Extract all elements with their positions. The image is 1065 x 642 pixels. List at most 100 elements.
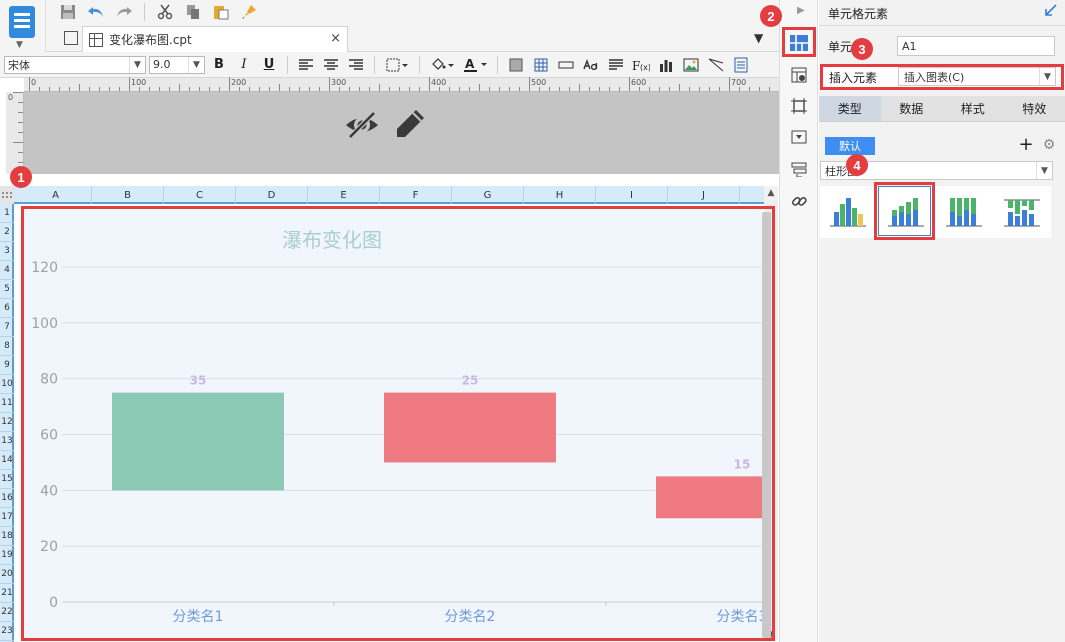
align-left-icon[interactable] <box>295 55 317 75</box>
undo-icon[interactable] <box>84 1 108 23</box>
cut-icon[interactable] <box>153 1 177 23</box>
sheet-corner[interactable] <box>0 186 14 204</box>
save-icon[interactable] <box>56 1 80 23</box>
text-ab-icon[interactable] <box>580 55 602 75</box>
row-header-10[interactable]: 10 <box>0 375 14 394</box>
insert-chart-icon[interactable] <box>655 55 677 75</box>
border-icon[interactable] <box>382 55 412 75</box>
tab-menu-icon[interactable]: ▼ <box>754 31 763 45</box>
align-center-icon[interactable] <box>320 55 342 75</box>
underline-button[interactable]: U <box>258 55 280 75</box>
style-percent-stacked-bar[interactable] <box>936 187 992 237</box>
widget-icon[interactable] <box>788 126 810 148</box>
column-header-h[interactable]: H <box>524 186 596 204</box>
style-clustered-bar[interactable] <box>820 187 876 237</box>
condition-attribute-icon[interactable] <box>788 158 810 180</box>
tab-style[interactable]: 样式 <box>942 96 1004 121</box>
tab-type[interactable]: 类型 <box>819 96 881 121</box>
row-header-12[interactable]: 12 <box>0 413 14 432</box>
style-stacked-bar[interactable] <box>878 187 934 237</box>
ruler-tick <box>439 87 440 91</box>
app-logo[interactable]: ▼ <box>0 0 46 52</box>
cell-element-icon[interactable] <box>788 32 810 54</box>
cell-address-input[interactable]: A1 <box>897 36 1055 56</box>
align-right-icon[interactable] <box>345 55 367 75</box>
column-header-c[interactable]: C <box>164 186 236 204</box>
row-header-15[interactable]: 15 <box>0 470 14 489</box>
italic-button[interactable]: I <box>233 55 255 75</box>
column-header-i[interactable]: I <box>596 186 668 204</box>
redo-icon[interactable] <box>112 1 136 23</box>
sheet-grid-icon[interactable] <box>64 31 78 45</box>
column-header-f[interactable]: F <box>380 186 452 204</box>
scroll-up-icon[interactable]: ▲ <box>764 186 778 200</box>
panel-collapse-icon[interactable] <box>1045 4 1057 20</box>
fill-color-icon[interactable] <box>427 55 457 75</box>
column-header-b[interactable]: B <box>92 186 164 204</box>
copy-icon[interactable] <box>181 1 205 23</box>
cell-border-icon[interactable] <box>788 95 810 117</box>
ruler-tick <box>89 87 90 91</box>
row-header-11[interactable]: 11 <box>0 394 14 413</box>
chevron-down-icon: ▼ <box>188 56 204 73</box>
row-header-2[interactable]: 2 <box>0 223 14 242</box>
tab-data[interactable]: 数据 <box>880 96 942 121</box>
y-tick-label: 60 <box>40 428 58 444</box>
row-header-22[interactable]: 22 <box>0 603 14 622</box>
row-header-3[interactable]: 3 <box>0 242 14 261</box>
row-header-14[interactable]: 14 <box>0 451 14 470</box>
row-header-21[interactable]: 21 <box>0 584 14 603</box>
ruler-tick <box>709 87 710 91</box>
row-header-7[interactable]: 7 <box>0 318 14 337</box>
row-header-1[interactable]: 1 <box>0 204 14 223</box>
eye-slash-icon[interactable] <box>344 111 380 139</box>
slash-cell-icon[interactable] <box>705 55 727 75</box>
gear-icon[interactable]: ⚙ <box>1041 137 1057 153</box>
column-header-e[interactable]: E <box>308 186 380 204</box>
pencil-icon[interactable] <box>394 108 426 140</box>
row-header-23[interactable]: 23 <box>0 622 14 641</box>
ruler-tick <box>459 87 460 91</box>
row-header-13[interactable]: 13 <box>0 432 14 451</box>
row-header-4[interactable]: 4 <box>0 261 14 280</box>
row-header-6[interactable]: 6 <box>0 299 14 318</box>
hyperlink-icon[interactable] <box>788 190 810 212</box>
row-header-8[interactable]: 8 <box>0 337 14 356</box>
font-color-icon[interactable]: A <box>460 55 490 75</box>
style-waterfall-bar[interactable] <box>994 187 1050 237</box>
chart-cell-area[interactable]: 瀑布变化图 0 20 40 60 80 100 120 35 分类名1 25 分类名2 15 分类名3 <box>22 207 762 641</box>
subreport-icon[interactable] <box>730 55 752 75</box>
paragraph-icon[interactable] <box>605 55 627 75</box>
row-header-18[interactable]: 18 <box>0 527 14 546</box>
merge-cells-icon[interactable] <box>505 55 527 75</box>
add-icon[interactable]: + <box>1017 136 1035 154</box>
split-cells-icon[interactable] <box>530 55 552 75</box>
column-header-j[interactable]: J <box>668 186 740 204</box>
default-chart-button[interactable]: 默认 <box>825 137 875 155</box>
document-tab[interactable]: 变化瀑布图.cpt × <box>82 26 348 52</box>
chart-scrollbar[interactable] <box>762 212 771 638</box>
bold-button[interactable]: B <box>208 55 230 75</box>
text-field-icon[interactable] <box>555 55 577 75</box>
font-family-select[interactable]: 宋体 ▼ <box>4 55 146 74</box>
row-header-20[interactable]: 20 <box>0 565 14 584</box>
tab-effects[interactable]: 特效 <box>1003 96 1065 121</box>
expand-panel-icon[interactable]: ▶ <box>797 5 805 16</box>
row-header-5[interactable]: 5 <box>0 280 14 299</box>
column-header-a[interactable]: A <box>20 186 92 204</box>
waterfall-chart[interactable]: 瀑布变化图 0 20 40 60 80 100 120 35 分类名1 25 分类名2 15 分类名3 <box>22 207 762 641</box>
font-size-select[interactable]: 9.0 ▼ <box>149 55 205 74</box>
row-header-17[interactable]: 17 <box>0 508 14 527</box>
cell-attribute-icon[interactable] <box>788 64 810 86</box>
format-painter-icon[interactable] <box>237 1 261 23</box>
formula-icon[interactable]: F (x) <box>630 55 652 75</box>
insert-element-select[interactable]: 插入图表(C) ▼ <box>898 67 1056 86</box>
insert-image-icon[interactable] <box>680 55 702 75</box>
paste-icon[interactable] <box>209 1 233 23</box>
column-header-g[interactable]: G <box>452 186 524 204</box>
row-header-16[interactable]: 16 <box>0 489 14 508</box>
tab-close-button[interactable]: × <box>330 31 341 46</box>
row-header-9[interactable]: 9 <box>0 356 14 375</box>
row-header-19[interactable]: 19 <box>0 546 14 565</box>
column-header-d[interactable]: D <box>236 186 308 204</box>
